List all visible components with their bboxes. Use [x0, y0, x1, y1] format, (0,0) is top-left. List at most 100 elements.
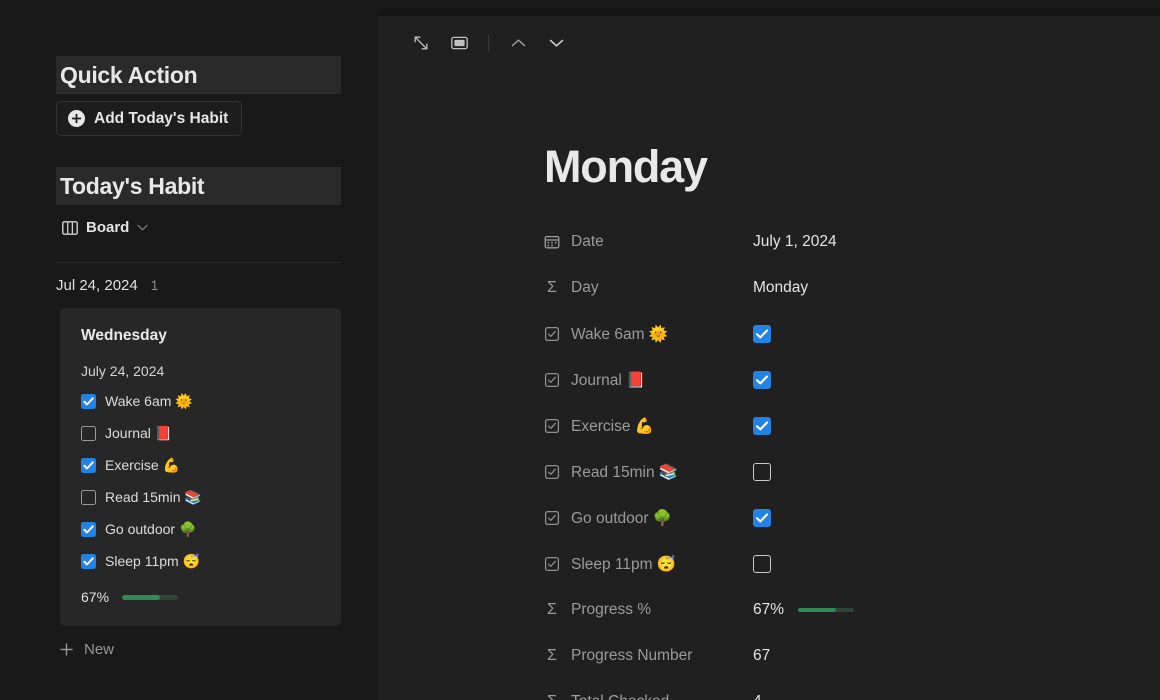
property-row-journal[interactable]: Journal 📕 — [544, 366, 1144, 394]
property-row-total-checked[interactable]: Σ Total Checked 4 — [544, 688, 1144, 700]
checkbox-go-outdoor[interactable] — [753, 509, 771, 527]
checkbox-wake-6am[interactable] — [753, 325, 771, 343]
checkbox-exercise[interactable] — [81, 457, 96, 473]
property-value[interactable] — [753, 509, 771, 527]
property-value[interactable]: July 1, 2024 — [753, 233, 837, 251]
habit-card-title: Wednesday — [81, 327, 167, 344]
view-selector-board[interactable]: Board — [62, 219, 148, 236]
checkbox-property-icon — [544, 326, 560, 342]
habit-card[interactable]: Wednesday July 24, 2024 Wake 6am 🌞 Journ… — [60, 308, 341, 626]
list-item[interactable]: Wake 6am 🌞 — [60, 391, 341, 411]
checkbox-go-outdoor[interactable] — [81, 521, 96, 537]
list-item-label: Wake 6am 🌞 — [105, 392, 193, 409]
property-name[interactable]: Wake 6am 🌞 — [544, 325, 753, 344]
property-row-progress-number[interactable]: Σ Progress Number 67 — [544, 642, 1144, 670]
list-item-label: Read 15min 📚 — [105, 488, 202, 505]
quick-action-heading: Quick Action — [56, 56, 341, 94]
property-row-sleep-11pm[interactable]: Sleep 11pm 😴 — [544, 550, 1144, 578]
checkbox-property-icon — [544, 556, 560, 572]
property-name[interactable]: Date — [544, 233, 753, 251]
property-value-text: 67 — [753, 647, 771, 664]
property-name[interactable]: Read 15min 📚 — [544, 463, 753, 482]
habit-card-progress: 67% — [60, 589, 341, 605]
todays-habit-title: Today's Habit — [60, 172, 205, 199]
list-item-label: Exercise 💪 — [105, 456, 181, 473]
sidebar: Quick Action Add Today's Habit Today's H… — [0, 0, 378, 700]
list-item[interactable]: Journal 📕 — [60, 423, 341, 443]
property-row-go-outdoor[interactable]: Go outdoor 🌳 — [544, 504, 1144, 532]
property-row-progress-percent[interactable]: Σ Progress % 67% — [544, 596, 1144, 624]
property-name[interactable]: Exercise 💪 — [544, 417, 753, 436]
property-value[interactable] — [753, 325, 771, 343]
list-item[interactable]: Sleep 11pm 😴 — [60, 551, 341, 571]
checkbox-read-15min[interactable] — [753, 463, 771, 481]
progress-percent-label: 67% — [81, 589, 110, 605]
plus-circle-icon — [68, 110, 85, 127]
property-name[interactable]: Σ Progress Number — [544, 647, 753, 665]
list-item-label: Sleep 11pm 😴 — [105, 552, 200, 569]
property-name[interactable]: Sleep 11pm 😴 — [544, 555, 753, 574]
property-label: Wake 6am 🌞 — [571, 325, 669, 343]
property-value[interactable] — [753, 417, 771, 435]
list-item[interactable]: Exercise 💪 — [60, 455, 341, 475]
property-row-wake-6am[interactable]: Wake 6am 🌞 — [544, 320, 1144, 348]
property-value[interactable] — [753, 371, 771, 389]
property-row-date[interactable]: Date July 1, 2024 — [544, 228, 1144, 256]
add-todays-habit-button[interactable]: Add Today's Habit — [56, 101, 243, 136]
checkbox-journal[interactable] — [81, 425, 96, 441]
property-name[interactable]: Go outdoor 🌳 — [544, 509, 753, 528]
checkbox-read[interactable] — [81, 489, 96, 505]
property-row-exercise[interactable]: Exercise 💪 — [544, 412, 1144, 440]
plus-icon — [60, 643, 73, 656]
calendar-icon — [544, 234, 560, 250]
list-item-label: Go outdoor 🌳 — [105, 520, 197, 537]
property-name[interactable]: Journal 📕 — [544, 371, 753, 390]
property-value[interactable]: 4 — [753, 693, 762, 700]
view-selector-label: Board — [86, 219, 130, 236]
property-name[interactable]: Σ Total Checked — [544, 693, 753, 700]
list-item-label: Journal 📕 — [105, 424, 173, 441]
formula-icon: Σ — [547, 647, 557, 664]
modal-top-strip — [378, 8, 1160, 16]
group-header[interactable]: Jul 24, 2024 1 — [56, 277, 158, 294]
property-value[interactable] — [753, 463, 771, 481]
checkbox-journal[interactable] — [753, 371, 771, 389]
checkbox-wake[interactable] — [81, 393, 96, 409]
modal-toolbar — [408, 30, 569, 56]
chevron-up-icon[interactable] — [505, 30, 531, 56]
progress-bar — [798, 608, 855, 612]
formula-icon: Σ — [544, 694, 560, 700]
progress-bar — [122, 594, 179, 600]
sidebar-divider — [56, 262, 341, 263]
property-row-read-15min[interactable]: Read 15min 📚 — [544, 458, 1144, 486]
property-value-text: 67% — [753, 601, 785, 618]
chevron-down-icon — [137, 224, 148, 231]
list-item[interactable]: Go outdoor 🌳 — [60, 519, 341, 539]
quick-action-title: Quick Action — [60, 61, 198, 88]
checkbox-sleep-11pm[interactable] — [753, 555, 771, 573]
property-label: Date — [571, 233, 604, 250]
chevron-down-icon[interactable] — [543, 30, 569, 56]
property-name[interactable]: Σ Progress % — [544, 601, 753, 619]
expand-arrows-icon[interactable] — [408, 30, 434, 56]
page-title[interactable]: Monday — [544, 144, 1144, 189]
property-name[interactable]: Σ Day — [544, 279, 753, 297]
property-label: Progress Number — [571, 647, 693, 664]
formula-icon: Σ — [547, 601, 557, 618]
list-item[interactable]: Read 15min 📚 — [60, 487, 341, 507]
board-view-icon — [62, 220, 78, 235]
property-value[interactable]: Monday — [753, 279, 808, 297]
toolbar-divider — [488, 34, 489, 52]
property-label: Total Checked — [571, 693, 669, 700]
checkbox-sleep[interactable] — [81, 553, 96, 569]
group-date: Jul 24, 2024 — [56, 277, 138, 294]
new-item-button[interactable]: New — [60, 641, 114, 658]
property-value[interactable] — [753, 555, 771, 573]
property-row-day[interactable]: Σ Day Monday — [544, 274, 1144, 302]
checkbox-exercise[interactable] — [753, 417, 771, 435]
app-root: Quick Action Add Today's Habit Today's H… — [0, 0, 1160, 700]
side-peek-icon[interactable] — [446, 30, 472, 56]
property-value-text: July 1, 2024 — [753, 233, 837, 250]
property-value[interactable]: 67 — [753, 647, 770, 665]
property-value[interactable]: 67% — [753, 601, 855, 619]
